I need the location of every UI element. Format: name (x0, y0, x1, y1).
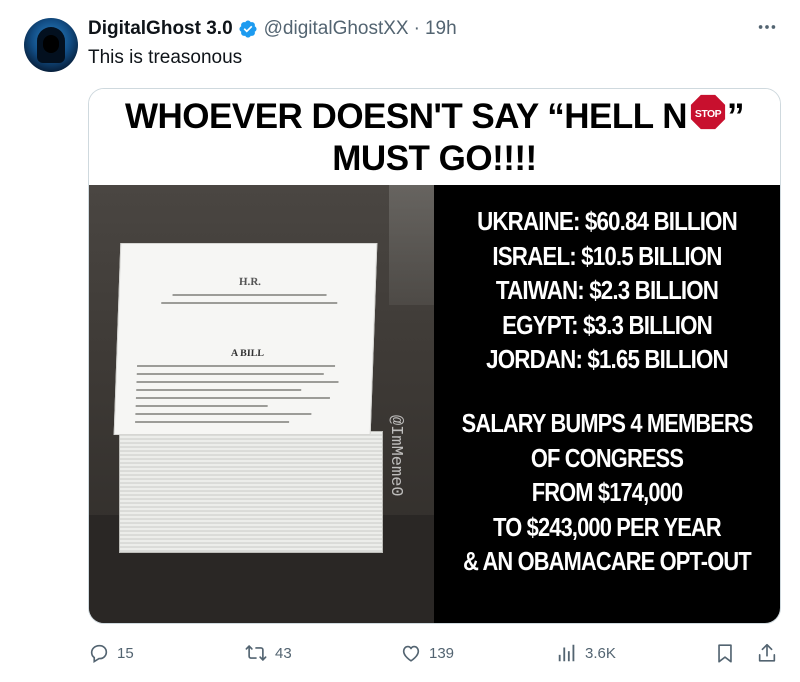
bookmark-icon (714, 642, 736, 664)
salary-text: SALARY BUMPS 4 MEMBERS OF CONGRESS FROM … (461, 406, 754, 579)
stop-sign-text: STOP (695, 109, 722, 120)
action-bar: 15 43 139 3.6K (0, 638, 800, 668)
aid-line: JORDAN: $1.65 BILLION (486, 344, 728, 375)
bookmark-button[interactable] (714, 638, 736, 668)
salary-line: & AN OBAMACARE OPT-OUT (463, 546, 752, 577)
user-handle[interactable]: @digitalGhostXX (264, 18, 409, 40)
stop-sign-icon: STOP (689, 92, 728, 139)
aid-line: EGYPT: $3.3 BILLION (502, 309, 713, 340)
salary-line: TO $243,000 PER YEAR (493, 511, 721, 542)
header-separator: · (413, 18, 420, 39)
avatar[interactable] (24, 18, 78, 72)
headline-line-1-end: ” (727, 97, 745, 136)
tweet-header: DigitalGhost 3.0 @digitalGhostXX · 19h (88, 17, 457, 41)
avatar-face (43, 35, 59, 53)
headline-line-1-text: WHOEVER DOESN'T SAY “HELL N (124, 97, 688, 136)
aid-line: TAIWAN: $2.3 BILLION (495, 275, 719, 306)
paper-sheets (119, 431, 383, 553)
bill-stack-photo: H.R. A BILL @ImMeme0 (89, 185, 434, 623)
like-count: 139 (429, 644, 455, 662)
tweet-media[interactable]: WHOEVER DOESN'T SAY “HELL N STOP ” MUST … (88, 88, 781, 624)
tweet-text: This is treasonous (88, 47, 243, 68)
headline-line-1: WHOEVER DOESN'T SAY “HELL N STOP ” (89, 92, 780, 139)
aid-line: ISRAEL: $10.5 BILLION (492, 240, 722, 271)
views-button[interactable]: 3.6K (556, 638, 616, 668)
bill-text-lines (139, 294, 359, 304)
headline-line-2: MUST GO!!!! (332, 138, 537, 178)
aid-list: UKRAINE: $60.84 BILLION ISRAEL: $10.5 BI… (458, 204, 756, 377)
salary-line: FROM $174,000 (531, 477, 683, 508)
like-button[interactable]: 139 (400, 638, 454, 668)
text-panel: UKRAINE: $60.84 BILLION ISRAEL: $10.5 BI… (434, 185, 780, 623)
watermark: @ImMeme0 (386, 415, 405, 497)
views-icon (556, 642, 578, 664)
timestamp[interactable]: 19h (425, 18, 457, 40)
heart-icon (400, 642, 422, 664)
paper-stack: H.R. A BILL (113, 243, 387, 553)
repost-count: 43 (275, 644, 292, 662)
repost-icon (244, 642, 268, 664)
more-icon[interactable] (756, 16, 778, 43)
background-object (389, 185, 434, 305)
share-button[interactable] (756, 638, 778, 668)
reply-count: 15 (117, 644, 134, 662)
aid-line: UKRAINE: $60.84 BILLION (477, 206, 738, 236)
bill-subtitle: A BILL (230, 348, 265, 359)
bill-hr-title: H.R. (238, 276, 262, 288)
salary-line: OF CONGRESS (530, 442, 684, 473)
bill-body-lines (135, 365, 357, 423)
salary-line: SALARY BUMPS 4 MEMBERS (461, 407, 754, 438)
bill-page-text: H.R. A BILL (135, 254, 361, 423)
reply-icon (88, 642, 110, 664)
verified-badge-icon (238, 19, 258, 39)
bill-first-page: H.R. A BILL (113, 243, 378, 435)
views-count: 3.6K (585, 644, 616, 662)
repost-button[interactable]: 43 (244, 638, 292, 668)
meme-headline: WHOEVER DOESN'T SAY “HELL N STOP ” MUST … (89, 89, 780, 185)
share-icon (756, 642, 778, 664)
display-name[interactable]: DigitalGhost 3.0 (88, 18, 233, 40)
reply-button[interactable]: 15 (88, 638, 134, 668)
